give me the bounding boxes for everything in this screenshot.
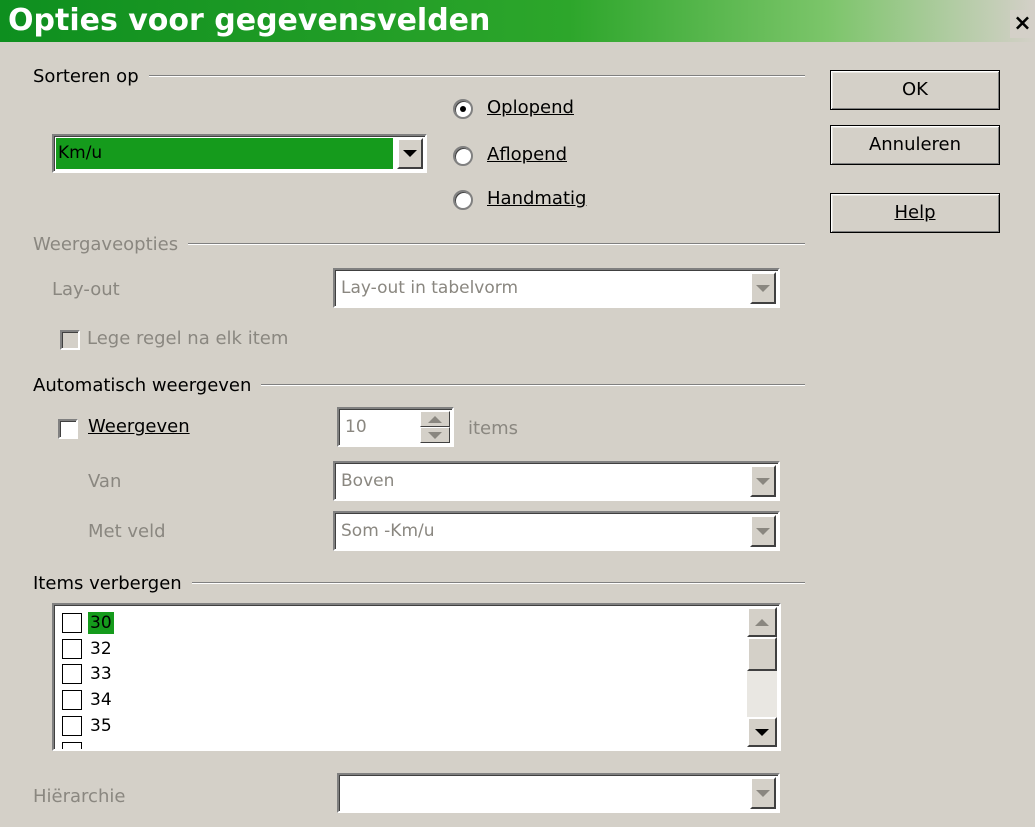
field-label: Met veld: [88, 521, 166, 542]
hide-items-group-header: Items verbergen: [33, 571, 805, 595]
help-label: Help: [894, 202, 936, 223]
chevron-down-icon[interactable]: [750, 515, 776, 547]
layout-value: Lay-out in tabelvorm: [341, 278, 519, 298]
chevron-down-icon[interactable]: [750, 272, 776, 304]
chevron-down-icon[interactable]: [750, 465, 776, 497]
list-scrollbar[interactable]: [747, 607, 777, 747]
show-label[interactable]: Weergeven: [88, 416, 190, 437]
layout-label: Lay-out: [52, 279, 120, 300]
scroll-thumb[interactable]: [747, 637, 777, 671]
autoshow-group-header: Automatisch weergeven: [33, 373, 805, 397]
chevron-down-icon[interactable]: [750, 777, 776, 809]
display-group-header: Weergaveopties: [33, 232, 805, 256]
list-item-checkbox[interactable]: [62, 664, 82, 684]
items-label: items: [468, 418, 519, 439]
field-combobox[interactable]: Som -Km/u: [333, 511, 780, 551]
list-item[interactable]: 32: [88, 638, 114, 660]
show-text: Weergeven: [88, 416, 190, 437]
display-header-label: Weergaveopties: [33, 233, 179, 255]
sort-field-value: Km/u: [56, 138, 393, 169]
radio-ascending[interactable]: [453, 99, 473, 119]
manual-text: Handmatig: [487, 188, 587, 209]
empty-line-label: Lege regel na elk item: [87, 328, 289, 349]
title-bar: Opties voor gegevensvelden: [0, 0, 1035, 42]
radio-descending-label[interactable]: Aflopend: [487, 144, 567, 165]
close-icon[interactable]: ×: [1010, 10, 1035, 38]
radio-manual[interactable]: [453, 190, 473, 210]
list-item-checkbox[interactable]: [62, 690, 82, 710]
hierarchy-combobox[interactable]: [337, 773, 780, 813]
list-item[interactable]: 33: [88, 663, 114, 685]
show-checkbox[interactable]: [58, 419, 78, 439]
from-label: Van: [88, 471, 122, 492]
ascending-text: Oplopend: [487, 97, 574, 118]
radio-descending[interactable]: [453, 146, 473, 166]
scroll-down-icon[interactable]: [747, 717, 777, 747]
list-item[interactable]: 34: [88, 689, 114, 711]
sort-group-header: Sorteren op: [33, 64, 805, 88]
ok-button[interactable]: OK: [830, 70, 1000, 110]
count-spinbox[interactable]: 10: [337, 407, 454, 447]
empty-line-checkbox[interactable]: [60, 330, 80, 350]
field-value: Som -Km/u: [341, 521, 435, 541]
list-item-checkbox[interactable]: [62, 742, 82, 749]
help-button[interactable]: Help: [830, 193, 1000, 233]
descending-text: Aflopend: [487, 144, 567, 165]
hierarchy-label: Hiërarchie: [33, 786, 126, 807]
cancel-button[interactable]: Annuleren: [830, 125, 1000, 165]
list-item[interactable]: 35: [88, 715, 114, 737]
radio-manual-label[interactable]: Handmatig: [487, 188, 586, 209]
dialog-title: Opties voor gegevensvelden: [8, 3, 491, 38]
list-item-checkbox[interactable]: [62, 639, 82, 659]
sort-field-combobox[interactable]: Km/u: [52, 134, 427, 173]
list-item-checkbox[interactable]: [62, 716, 82, 736]
autoshow-header-label: Automatisch weergeven: [33, 374, 252, 396]
hide-items-header-label: Items verbergen: [33, 572, 182, 594]
count-value: 10: [345, 417, 367, 437]
spin-up-icon[interactable]: [420, 411, 450, 427]
from-value: Boven: [341, 471, 395, 491]
radio-ascending-label[interactable]: Oplopend: [487, 97, 574, 118]
from-combobox[interactable]: Boven: [333, 461, 780, 501]
sort-header-label: Sorteren op: [33, 65, 139, 87]
spin-down-icon[interactable]: [420, 427, 450, 443]
list-item[interactable]: 30: [88, 612, 114, 634]
hide-items-list[interactable]: 30 32 33 34 35: [52, 603, 781, 751]
layout-combobox[interactable]: Lay-out in tabelvorm: [333, 268, 780, 308]
scroll-up-icon[interactable]: [747, 607, 777, 637]
list-item-checkbox[interactable]: [62, 613, 82, 633]
chevron-down-icon[interactable]: [397, 138, 423, 169]
